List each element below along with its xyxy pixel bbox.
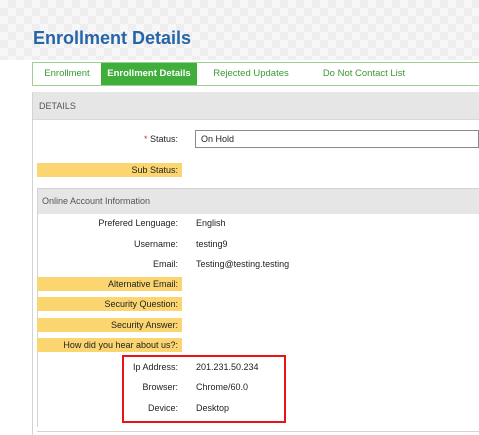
alternative-email-label: Alternative Email:	[37, 277, 182, 291]
tab-do-not-contact-list[interactable]: Do Not Contact List	[305, 63, 423, 85]
page-title: Enrollment Details	[33, 28, 192, 48]
status-label: * Status:	[37, 132, 182, 146]
security-question-label: Security Question:	[37, 297, 182, 311]
tab-rejected-updates[interactable]: Rejected Updates	[197, 63, 305, 85]
annotation-highlight-box	[122, 355, 286, 423]
required-marker: *	[143, 134, 148, 144]
tab-enrollment-details[interactable]: Enrollment Details	[101, 63, 197, 85]
username-label: Username:	[133, 239, 178, 249]
sub-status-label: Sub Status:	[37, 163, 182, 177]
preferred-language-value: English	[196, 218, 226, 228]
section-divider	[37, 431, 479, 432]
tab-bar: Enrollment Enrollment Details Rejected U…	[32, 62, 479, 86]
status-select[interactable]: On Hold	[195, 130, 479, 148]
tab-enrollment[interactable]: Enrollment	[33, 63, 101, 85]
status-label-text: Status:	[149, 134, 178, 144]
preferred-language-label: Prefered Lenguage:	[98, 218, 178, 228]
security-answer-label: Security Answer:	[37, 318, 182, 332]
email-label: Email:	[152, 259, 178, 269]
how-did-you-hear-label: How did you hear about us?:	[37, 338, 182, 352]
username-value: testing9	[196, 239, 228, 249]
email-value: Testing@testing.testing	[196, 259, 290, 269]
online-account-header: Online Account Information	[38, 189, 479, 214]
details-header: DETAILS	[33, 92, 479, 120]
